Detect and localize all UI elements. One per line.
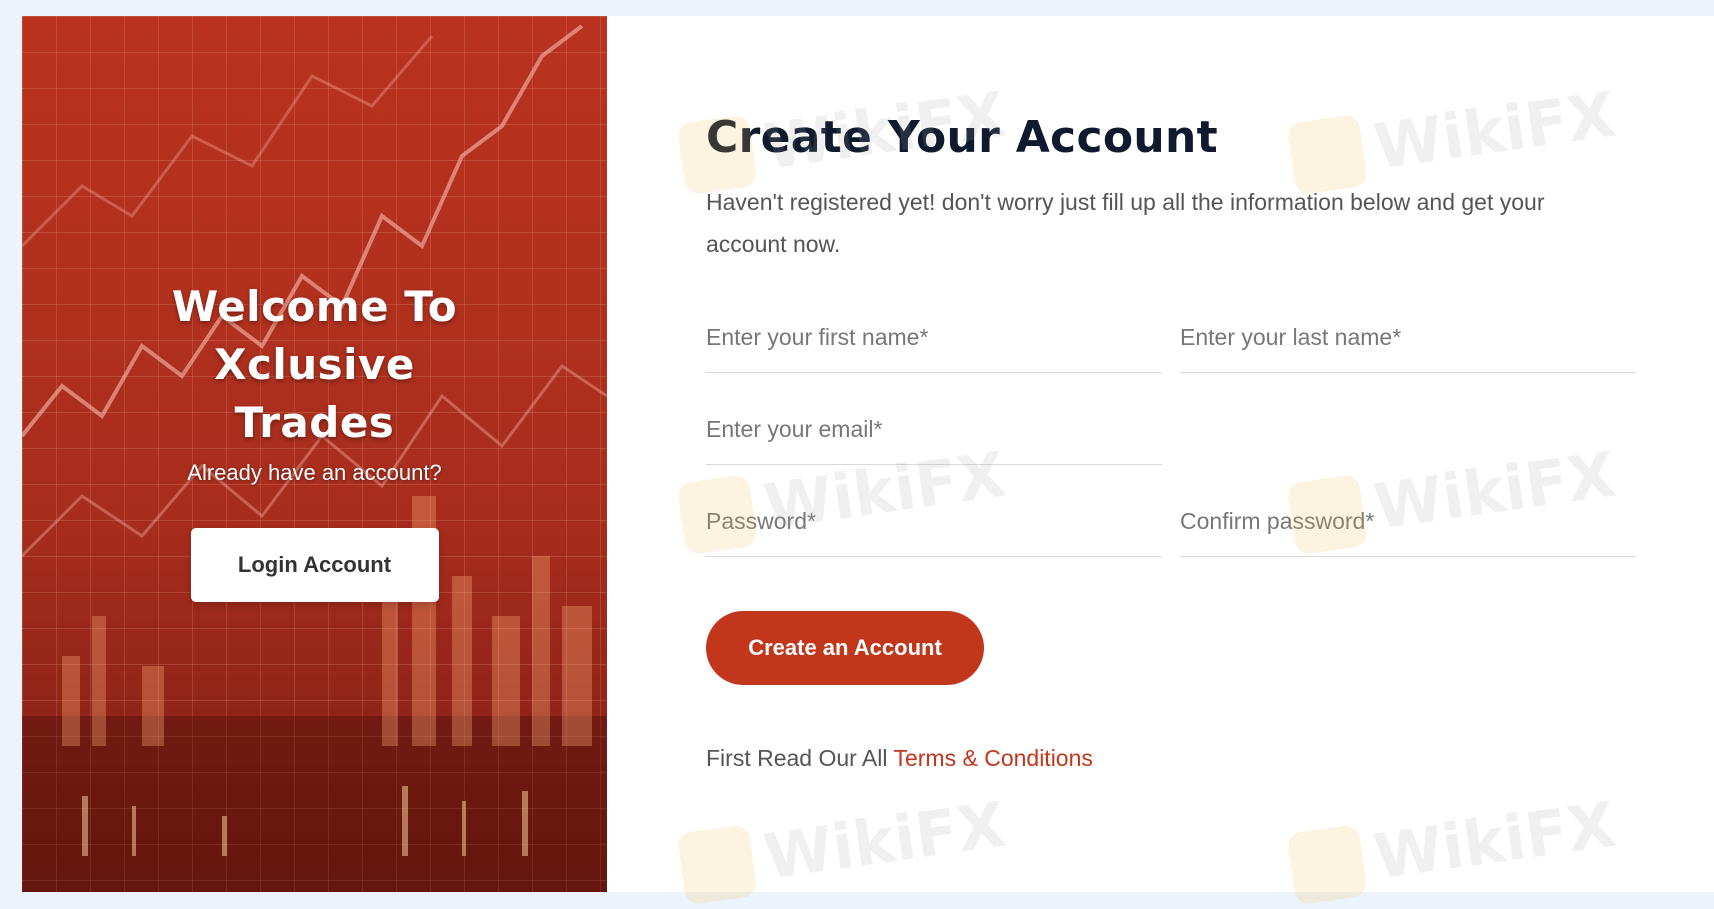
last-name-input[interactable] (1180, 309, 1636, 365)
login-prompt: Already have an account? (187, 460, 442, 485)
confirm-password-field-wrap (1180, 493, 1636, 557)
signup-form: Create Your Account Haven't registered y… (706, 112, 1636, 772)
email-field-wrap (706, 401, 1162, 465)
last-name-field-wrap (1180, 309, 1636, 373)
terms-prefix: First Read Our All (706, 745, 888, 771)
intro-text: Haven't registered yet! don't worry just… (706, 189, 1545, 257)
password-field-wrap (706, 493, 1162, 557)
first-name-input[interactable] (706, 309, 1162, 365)
create-account-button[interactable]: Create an Account (706, 611, 984, 685)
page-title: Create Your Account (706, 112, 1218, 163)
welcome-content: Welcome To Xclusive Trades Already have … (22, 278, 607, 602)
login-account-button[interactable]: Login Account (190, 528, 439, 602)
first-name-field-wrap (706, 309, 1162, 373)
welcome-title: Welcome To Xclusive Trades (171, 282, 458, 447)
confirm-password-input[interactable] (1180, 493, 1636, 549)
welcome-panel: Welcome To Xclusive Trades Already have … (22, 16, 607, 892)
password-input[interactable] (706, 493, 1162, 549)
terms-link[interactable]: Terms & Conditions (893, 745, 1092, 771)
email-input[interactable] (706, 401, 1162, 457)
terms-line: First Read Our All Terms & Conditions (706, 745, 1636, 772)
